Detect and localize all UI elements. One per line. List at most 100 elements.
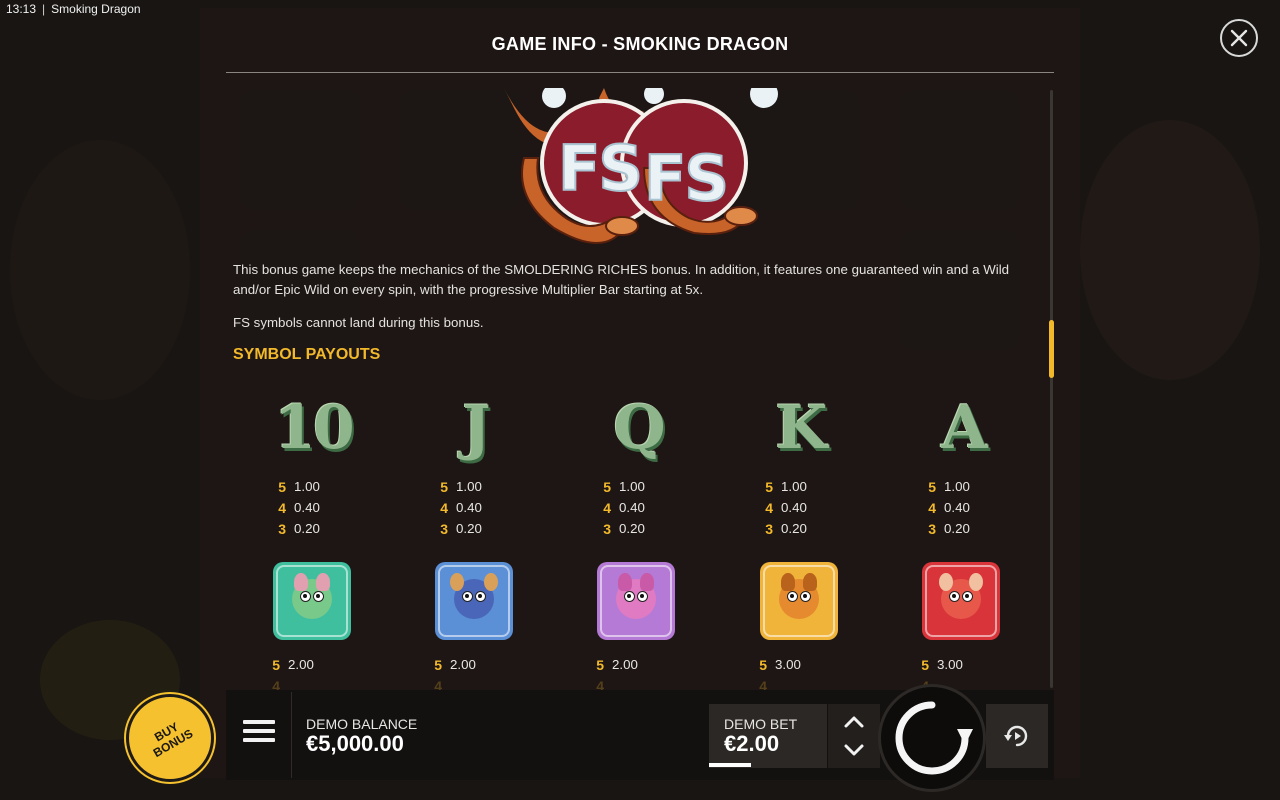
payout-value: 2.00	[612, 657, 638, 672]
close-icon	[1230, 29, 1248, 47]
spin-arrow-icon	[895, 701, 973, 775]
chevron-down-icon[interactable]	[842, 740, 866, 760]
payout-row: 4	[272, 677, 280, 691]
chevron-up-icon[interactable]	[842, 712, 866, 732]
payout-count: 3	[603, 520, 611, 537]
pig-symbol-icon	[597, 562, 675, 640]
payout-count: 5	[440, 478, 448, 495]
payout-value: 0.40	[294, 500, 320, 515]
buy-bonus-label: BUY BONUS	[150, 719, 196, 761]
payout-row: 5 1.00	[601, 476, 691, 497]
payout-count: 5	[278, 478, 286, 495]
payout-row: 5 3.00	[919, 654, 1009, 675]
status-separator: |	[42, 2, 46, 16]
bet-stepper	[828, 704, 880, 768]
hamburger-icon	[243, 720, 275, 724]
symbol-payouts-heading: SYMBOL PAYOUTS	[233, 346, 381, 363]
buy-bonus-button[interactable]: BUY BONUS	[126, 694, 214, 782]
symbol-dog: 5 3.00 4	[759, 562, 870, 690]
payout-value: 2.00	[450, 657, 476, 672]
payout-count: 3	[928, 520, 936, 537]
payout-value: 1.00	[781, 479, 807, 494]
payout-count: 5	[596, 656, 604, 673]
payout-row: 5 2.00	[432, 654, 522, 675]
balance-value: €5,000.00	[306, 731, 404, 756]
payout-row: 5 2.00	[594, 654, 684, 675]
payout-row: 5 1.00	[926, 476, 1016, 497]
autoplay-icon[interactable]	[1003, 722, 1031, 750]
payout-count: 3	[440, 520, 448, 537]
scrollbar-track[interactable]	[1050, 90, 1053, 688]
payout-list: 5 1.00 4 0.40 3 0.20	[438, 476, 528, 539]
dog-symbol-icon	[760, 562, 838, 640]
menu-button[interactable]	[243, 720, 275, 750]
payout-value: 1.00	[619, 479, 645, 494]
payout-row: 3 0.20	[926, 518, 1016, 539]
bet-label: DEMO BET	[724, 716, 798, 732]
payout-count: 3	[765, 520, 773, 537]
payout-value: 0.20	[294, 521, 320, 536]
payout-list: 5 1.00 4 0.40 3 0.20	[763, 476, 853, 539]
symbol-ram: 5 2.00 4	[434, 562, 545, 690]
hamburger-icon-line	[243, 738, 275, 742]
payout-count: 5	[759, 656, 767, 673]
payout-count: 5	[434, 656, 442, 673]
payout-list: 5 2.00 4	[594, 654, 684, 691]
payout-count: 4	[603, 499, 611, 516]
clock-time: 13:13	[6, 2, 37, 16]
scrollbar-thumb[interactable]	[1049, 320, 1054, 378]
payout-count: 4	[765, 499, 773, 516]
king-symbol-icon: K	[745, 388, 855, 468]
payout-value: 3.00	[937, 657, 963, 672]
info-scroll-area[interactable]: FS FS This bonus game keeps the mechanic…	[226, 88, 1046, 690]
payout-value: 0.20	[781, 521, 807, 536]
payout-row: 3 0.20	[438, 518, 528, 539]
payout-row: 3 0.20	[276, 518, 366, 539]
payout-count: 5	[928, 478, 936, 495]
symbol-label: K	[775, 393, 827, 463]
game-info-panel: GAME INFO - SMOKING DRAGON FS FS This bo…	[226, 20, 1054, 690]
payout-list: 5 1.00 4 0.40 3 0.20	[276, 476, 366, 539]
payout-value: 0.40	[456, 500, 482, 515]
symbol-monkey: 53.00 4	[921, 562, 1032, 690]
fs-logo-text: FS	[644, 142, 727, 215]
ten-symbol-icon: 10	[258, 388, 368, 468]
payout-value: 0.20	[456, 521, 482, 536]
payout-count: 4	[440, 499, 448, 516]
jack-symbol-icon: J	[420, 388, 530, 468]
rabbit-symbol-icon	[273, 562, 351, 640]
payout-count: 5	[603, 478, 611, 495]
ram-symbol-icon	[435, 562, 513, 640]
close-button[interactable]	[1220, 19, 1258, 57]
payout-count: 4	[928, 499, 936, 516]
payout-row: 4 0.40	[276, 497, 366, 518]
payout-list: 5 2.00 4	[270, 654, 360, 691]
symbol-label: A	[941, 393, 988, 463]
payout-row: 5 2.00	[270, 654, 360, 675]
panel-title: GAME INFO - SMOKING DRAGON	[491, 34, 789, 54]
spin-button[interactable]	[878, 684, 986, 792]
payout-count: 5	[765, 478, 773, 495]
payout-row: 4	[759, 677, 767, 691]
symbol-label: J	[462, 393, 490, 463]
payout-row: 3 0.20	[763, 518, 853, 539]
payout-value: 1.00	[294, 479, 320, 494]
monkey-symbol-icon	[922, 562, 1000, 640]
balance-label: DEMO BALANCE	[306, 716, 418, 732]
payout-row: 4	[434, 677, 442, 691]
free-spins-logo: FS FS	[504, 88, 778, 244]
payout-count: 4	[278, 499, 286, 516]
bet-value: €2.00	[724, 731, 780, 756]
payout-value: 3.00	[775, 657, 801, 672]
payout-count: 3	[278, 520, 286, 537]
payout-value: 0.40	[781, 500, 807, 515]
payout-value: 1.00	[944, 479, 970, 494]
symbol-label: 10	[274, 393, 354, 463]
payout-row: 3 0.20	[601, 518, 691, 539]
payout-list: 5 1.00 4 0.40 3 0.20	[926, 476, 1016, 539]
payout-row: 4 0.40	[926, 497, 1016, 518]
payout-row: 4 0.40	[601, 497, 691, 518]
payout-row: 5 1.00	[763, 476, 853, 497]
payout-value: 2.00	[288, 657, 314, 672]
payout-count: 5	[272, 656, 280, 673]
